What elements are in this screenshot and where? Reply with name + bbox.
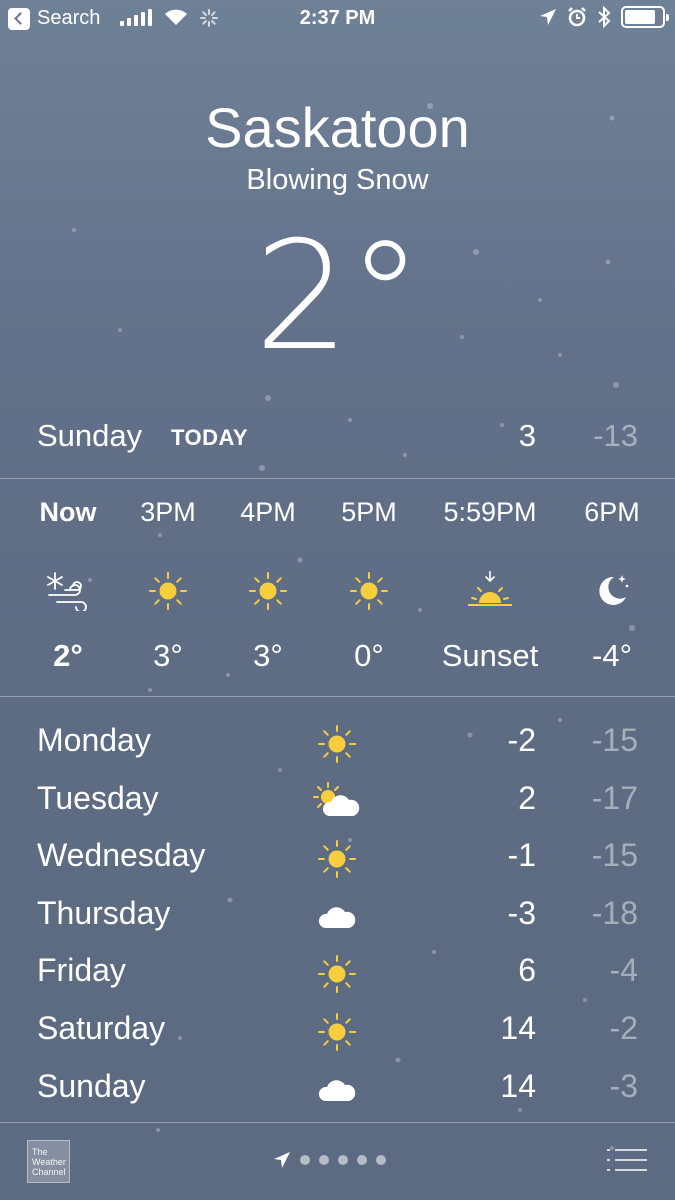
status-bar: Search 2:37 PM — [0, 0, 675, 40]
day-low: -3 — [609, 1067, 638, 1104]
page-dot[interactable] — [376, 1155, 386, 1165]
sun-icon — [318, 725, 356, 763]
day-high: 2 — [518, 779, 536, 816]
day-low: -15 — [591, 722, 638, 758]
page-dot[interactable] — [319, 1155, 329, 1165]
daily-row: Monday -2 -15 — [37, 718, 638, 776]
hourly-item: 6PM -4° — [557, 497, 667, 674]
sun-icon — [318, 840, 356, 879]
sun-icon — [318, 1012, 356, 1051]
day-name: Wednesday — [37, 837, 206, 874]
page-dot[interactable] — [338, 1155, 348, 1165]
location-arrow-icon — [540, 9, 556, 25]
daily-row: Thursday -3 -18 — [37, 891, 638, 949]
location-arrow-icon — [274, 1152, 290, 1168]
hour-label: 3PM — [140, 497, 196, 527]
divider — [0, 478, 675, 479]
day-high: 14 — [500, 1067, 536, 1104]
hour-value: 2° — [53, 638, 83, 673]
hourly-item: 3PM 3° — [113, 497, 223, 674]
blowing-snow-icon — [47, 572, 87, 611]
sunset-icon — [468, 571, 512, 606]
page-dot[interactable] — [300, 1155, 310, 1165]
alarm-clock-icon — [568, 7, 586, 27]
hourly-item: Now 2° — [13, 497, 123, 674]
daily-forecast[interactable]: Monday -2 -15 Tuesday 2 -17 Wednesday -1… — [37, 718, 638, 1121]
day-low: -4 — [609, 952, 638, 989]
today-low: -13 — [593, 418, 638, 453]
hour-value: 3° — [153, 638, 183, 673]
day-high: -2 — [507, 722, 536, 758]
daily-row: Friday 6 -4 — [37, 948, 638, 1006]
today-tag: TODAY — [171, 425, 249, 450]
day-name: Tuesday — [37, 779, 159, 816]
sun-icon — [350, 572, 388, 610]
cloud-icon — [318, 906, 356, 928]
hour-label: Now — [39, 497, 97, 527]
hour-value: 3° — [253, 638, 283, 673]
weather-channel-logo[interactable]: The Weather Channel — [27, 1140, 70, 1183]
day-low: -17 — [591, 779, 638, 816]
sun-icon — [249, 572, 287, 610]
hourly-forecast[interactable]: Now 2° 3PM 3° 4PM 3° 5PM 0° 5:59PM Sunse… — [0, 497, 675, 677]
sun-icon — [149, 572, 187, 610]
day-name: Sunday — [37, 1067, 146, 1104]
divider — [0, 696, 675, 697]
day-low: -15 — [591, 837, 638, 874]
today-day-label: Sunday — [37, 418, 143, 453]
day-high: 14 — [500, 1009, 536, 1046]
city-list-button[interactable] — [607, 1146, 647, 1174]
hour-value: 0° — [354, 638, 384, 673]
day-low: -2 — [609, 1009, 638, 1046]
day-name: Thursday — [37, 894, 171, 931]
daily-row: Sunday 14 -3 — [37, 1064, 638, 1122]
sun-icon — [318, 955, 356, 994]
hour-label: 6PM — [584, 497, 640, 527]
hour-value: Sunset — [441, 638, 539, 673]
today-high: 3 — [518, 418, 536, 453]
day-high: -3 — [507, 894, 536, 931]
today-summary: Sunday TODAY 3 -13 — [37, 418, 638, 458]
daily-row: Wednesday -1 -15 — [37, 833, 638, 891]
battery-icon — [621, 6, 669, 28]
cloud-icon — [318, 1079, 356, 1101]
current-temperature: 2° — [254, 210, 422, 384]
hour-value: -4° — [592, 638, 632, 673]
current-condition: Blowing Snow — [246, 164, 429, 196]
daily-row: Saturday 14 -2 — [37, 1006, 638, 1064]
day-high: -1 — [507, 837, 536, 874]
page-indicator[interactable] — [273, 1151, 386, 1169]
day-name: Saturday — [37, 1009, 166, 1046]
hour-label: 5:59PM — [443, 497, 537, 527]
city-name: Saskatoon — [205, 96, 470, 159]
moon-icon — [599, 575, 629, 605]
day-low: -18 — [591, 894, 638, 931]
hour-label: 4PM — [240, 497, 296, 527]
day-name: Friday — [37, 952, 126, 989]
partly-cloudy-icon — [313, 781, 360, 816]
bluetooth-icon — [598, 6, 611, 28]
hourly-item: 4PM 3° — [213, 497, 323, 674]
daily-row: Tuesday 2 -17 — [37, 776, 638, 834]
bottom-toolbar: The Weather Channel — [0, 1123, 675, 1200]
hourly-item: 5PM 0° — [314, 497, 424, 674]
day-name: Monday — [37, 722, 151, 758]
hour-label: 5PM — [341, 497, 397, 527]
hourly-item: 5:59PM Sunset — [425, 497, 555, 674]
page-dot[interactable] — [357, 1155, 367, 1165]
day-high: 6 — [518, 952, 536, 989]
